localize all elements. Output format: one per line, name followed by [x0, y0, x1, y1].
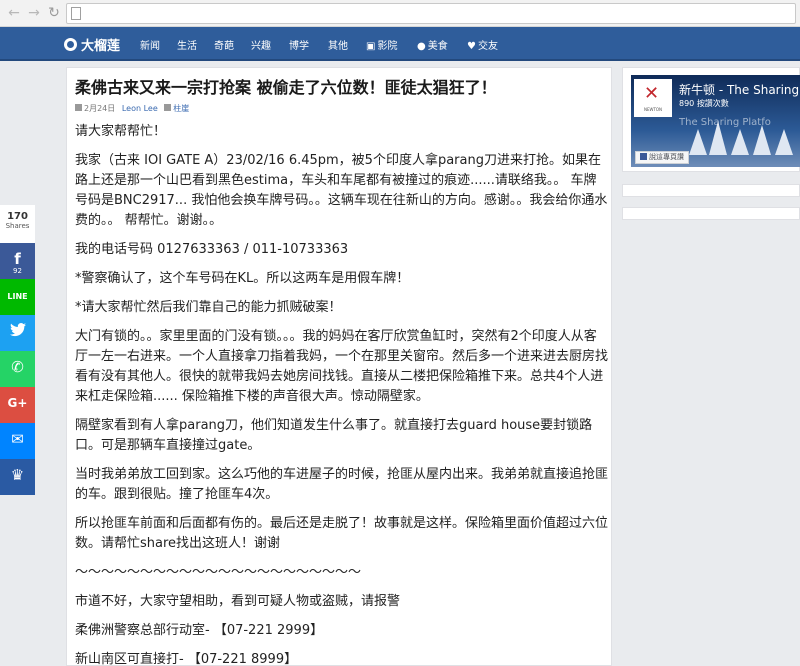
facebook-page-likes: 890 按讚次數 — [679, 99, 729, 108]
share-count-label: Shares — [5, 222, 30, 230]
nav-item-cinema[interactable]: ▣ 影院 — [366, 37, 397, 52]
newton-logo: ✕ NEWTON — [634, 79, 672, 117]
nav-item-food[interactable]: ● 美食 — [417, 37, 448, 52]
facebook-icon — [640, 153, 647, 160]
paragraph: 请大家帮帮忙！ — [75, 124, 167, 139]
nav-label: 博学 — [289, 41, 309, 52]
apple-icon: ● — [417, 41, 426, 52]
facebook-icon: f — [14, 250, 21, 268]
nav-label: 兴趣 — [251, 41, 271, 52]
facebook-page-name[interactable]: 新牛顿 - The Sharing — [679, 81, 799, 98]
page-icon — [71, 7, 81, 20]
heart-icon: ♥ — [467, 41, 476, 52]
nav-item-interest[interactable]: 兴趣 — [251, 37, 271, 52]
nav-item-weird[interactable]: 奇葩 — [214, 37, 234, 52]
newton-logo-text: NEWTON — [643, 107, 663, 112]
article-author[interactable]: Leon Lee — [122, 104, 158, 113]
share-whatsapp-button[interactable]: ✆ — [0, 351, 35, 387]
separator: ～～～～～～～～～～～～～～～～～～～～～～ — [75, 565, 362, 580]
nav-label: 美食 — [427, 41, 448, 52]
crown-icon: ♛ — [10, 466, 25, 484]
share-google-plus-button[interactable]: G+ — [0, 387, 35, 423]
nav-label: 新闻 — [140, 41, 160, 52]
paragraph: 所以抢匪车前面和后面都有伤的。最后还是走脱了！故事就是这样。保险箱里面价值超过六… — [75, 516, 609, 551]
article-meta: 2月24日 Leon Lee 柱崖 — [75, 103, 189, 114]
forward-arrow-icon[interactable]: → — [26, 5, 42, 21]
facebook-like-label: 說這專頁讚 — [649, 153, 684, 161]
line-icon: LINE — [7, 292, 28, 301]
share-count: 170 Shares — [0, 205, 35, 243]
tag-icon — [164, 104, 172, 111]
back-arrow-icon[interactable]: ← — [6, 5, 22, 21]
paragraph: 我的电话号码 0127633363 / 011-10733363 — [75, 242, 349, 257]
sidebar-widget — [622, 184, 800, 197]
site-navbar: 大榴莲 新闻 生活 奇葩 兴趣 博学 其他 ▣ 影院 ● 美食 ♥ 交友 — [0, 27, 800, 61]
site-name: 大榴莲 — [81, 39, 121, 54]
tree-shape — [731, 129, 749, 155]
tree-shape — [753, 125, 771, 155]
facebook-page-cover[interactable]: ✕ NEWTON 新牛顿 - The Sharing 890 按讚次數 The … — [631, 75, 800, 167]
tree-shape — [775, 129, 793, 155]
article-card: 柔佛古来又来一宗打抢案 被偷走了六位数！匪徒太猖狂了！ 2月24日 Leon L… — [66, 67, 612, 666]
globe-icon — [64, 38, 77, 51]
nav-item-life[interactable]: 生活 — [177, 37, 197, 52]
paragraph: *警察确认了，这个车号码在KL。所以这两车是用假车牌！ — [75, 271, 410, 286]
film-icon: ▣ — [366, 41, 376, 52]
tree-shape — [689, 129, 707, 155]
nav-item-knowledge[interactable]: 博学 — [289, 37, 309, 52]
nav-item-other[interactable]: 其他 — [328, 37, 348, 52]
article-date: 2月24日 — [84, 104, 116, 113]
sidebar-widget — [622, 207, 800, 220]
nav-item-news[interactable]: 新闻 — [140, 37, 160, 52]
google-plus-icon: G+ — [7, 396, 28, 410]
facebook-share-count: 92 — [13, 267, 22, 275]
facebook-page-widget[interactable]: ✕ NEWTON 新牛顿 - The Sharing 890 按讚次數 The … — [622, 67, 800, 172]
facebook-cover-watermark: The Sharing Platfo — [679, 117, 771, 128]
share-line-button[interactable]: LINE — [0, 279, 35, 315]
site-logo[interactable]: 大榴莲 — [64, 35, 120, 54]
twitter-icon — [0, 315, 35, 340]
paragraph: 市道不好，大家守望相助，看到可疑人物或盗贼，请报警 — [75, 594, 401, 609]
share-more-button[interactable]: ♛ — [0, 459, 35, 495]
paragraph: 柔佛洲警察总部行动室- 【07-221 2999】 — [75, 623, 324, 638]
browser-toolbar: ← → ↻ — [0, 0, 800, 27]
nav-label: 奇葩 — [214, 41, 234, 52]
newton-logo-mark: ✕ — [644, 83, 660, 104]
nav-item-dating[interactable]: ♥ 交友 — [467, 37, 498, 52]
paragraph: *请大家帮忙然后我们靠自己的能力抓贼破案！ — [75, 300, 342, 315]
article-category[interactable]: 柱崖 — [173, 104, 189, 113]
nav-label: 生活 — [177, 41, 197, 52]
facebook-like-button[interactable]: 說這專頁讚 — [635, 151, 689, 164]
share-bar: 170 Shares f 92 LINE ✆ G+ ✉ ♛ — [0, 205, 35, 495]
share-facebook-button[interactable]: f 92 — [0, 243, 35, 279]
paragraph: 我家（古来 IOI GATE A）23/02/16 6.45pm，被5个印度人拿… — [75, 153, 608, 228]
share-twitter-button[interactable] — [0, 315, 35, 351]
article-body: 请大家帮帮忙！ 我家（古来 IOI GATE A）23/02/16 6.45pm… — [75, 122, 609, 666]
nav-label: 影院 — [377, 41, 398, 52]
calendar-icon — [75, 104, 82, 111]
paragraph: 大门有锁的。。家里里面的门没有锁。。。我的妈妈在客厅欣赏鱼缸时，突然有2个印度人… — [75, 329, 609, 404]
nav-label: 其他 — [328, 41, 348, 52]
address-bar[interactable] — [66, 3, 796, 24]
share-messenger-button[interactable]: ✉ — [0, 423, 35, 459]
messenger-icon: ✉ — [11, 430, 24, 448]
paragraph: 当时我弟弟放工回到家。这么巧他的车进屋子的时候，抢匪从屋内出来。我弟弟就直接追抢… — [75, 467, 609, 502]
nav-label: 交友 — [477, 41, 498, 52]
whatsapp-icon: ✆ — [11, 358, 24, 376]
reload-icon[interactable]: ↻ — [46, 5, 62, 21]
paragraph: 新山南区可直接打- 【07-221 8999】 — [75, 652, 298, 666]
article-title: 柔佛古来又来一宗打抢案 被偷走了六位数！匪徒太猖狂了！ — [75, 78, 497, 97]
paragraph: 隔壁家看到有人拿parang刀，他们知道发生什么事了。就直接打去guard ho… — [75, 418, 593, 453]
share-count-number: 170 — [7, 211, 28, 222]
